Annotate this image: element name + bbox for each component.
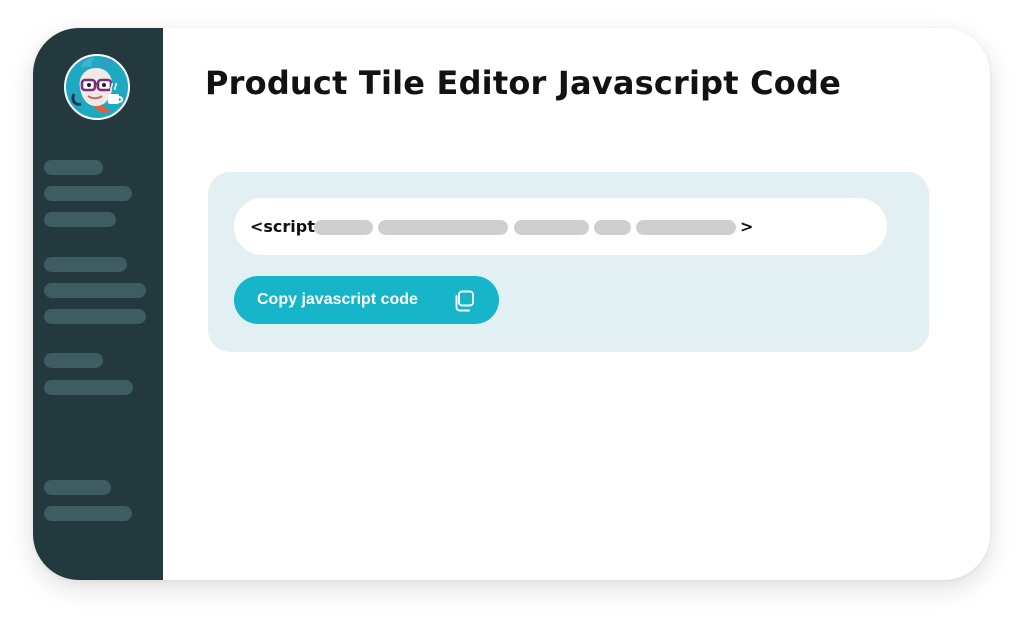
sidebar [33,28,163,580]
redacted-code-segment [636,220,736,235]
code-panel: <script > Copy javascript code [208,172,929,352]
copy-icon [452,289,476,313]
sidebar-item[interactable] [44,257,127,272]
app-window: Product Tile Editor Javascript Code <scr… [33,28,990,580]
copy-javascript-code-button[interactable]: Copy javascript code [234,276,499,324]
sidebar-item[interactable] [44,309,146,324]
sidebar-item[interactable] [44,506,132,521]
mascot-logo-icon[interactable] [64,54,130,120]
redacted-code-segment [378,220,508,235]
script-close-tag: > [740,217,754,236]
redacted-code-segment [514,220,589,235]
redacted-code-segment [594,220,631,235]
sidebar-item[interactable] [44,160,103,175]
sidebar-item[interactable] [44,212,116,227]
sidebar-item[interactable] [44,480,111,495]
page-title: Product Tile Editor Javascript Code [205,64,841,102]
sidebar-item[interactable] [44,353,103,368]
sidebar-item[interactable] [44,186,132,201]
sidebar-item[interactable] [44,380,133,395]
redacted-code-segment [314,220,373,235]
script-open-tag: <script [250,217,315,236]
copy-button-label: Copy javascript code [257,291,418,308]
sidebar-item[interactable] [44,283,146,298]
code-snippet-field[interactable]: <script > [234,198,887,255]
